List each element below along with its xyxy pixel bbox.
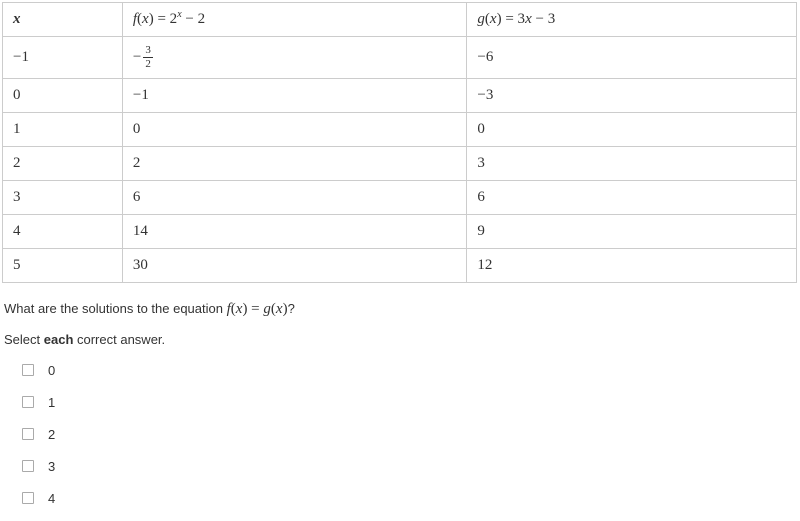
cell-g: 12 bbox=[467, 249, 797, 283]
cell-x: 5 bbox=[3, 249, 123, 283]
cell-g: −6 bbox=[467, 37, 797, 79]
cell-x: 1 bbox=[3, 113, 123, 147]
cell-f: −1 bbox=[122, 79, 467, 113]
cell-g: 6 bbox=[467, 181, 797, 215]
cell-f: 6 bbox=[122, 181, 467, 215]
cell-f: −32 bbox=[122, 37, 467, 79]
cell-g: 3 bbox=[467, 147, 797, 181]
option-label: 1 bbox=[48, 395, 55, 410]
header-fx: f(x) = 2x − 2 bbox=[122, 3, 467, 37]
option-row-3[interactable]: 3 bbox=[22, 457, 800, 475]
cell-g: 9 bbox=[467, 215, 797, 249]
option-row-0[interactable]: 0 bbox=[22, 361, 800, 379]
option-row-4[interactable]: 4 bbox=[22, 489, 800, 507]
option-label: 0 bbox=[48, 363, 55, 378]
checkbox-icon[interactable] bbox=[22, 428, 34, 440]
checkbox-icon[interactable] bbox=[22, 396, 34, 408]
checkbox-icon[interactable] bbox=[22, 460, 34, 472]
cell-x: 4 bbox=[3, 215, 123, 249]
header-gx-expr: g(x) = 3x − 3 bbox=[477, 11, 555, 27]
option-label: 4 bbox=[48, 491, 55, 506]
cell-x: 3 bbox=[3, 181, 123, 215]
table-row: 2 2 3 bbox=[3, 147, 797, 181]
table-row: 4 14 9 bbox=[3, 215, 797, 249]
option-row-2[interactable]: 2 bbox=[22, 425, 800, 443]
table-row: 5 30 12 bbox=[3, 249, 797, 283]
question-text: What are the solutions to the equation f… bbox=[4, 301, 798, 318]
fraction: 32 bbox=[143, 45, 153, 70]
cell-g: −3 bbox=[467, 79, 797, 113]
table-header-row: x f(x) = 2x − 2 g(x) = 3x − 3 bbox=[3, 3, 797, 37]
cell-x: −1 bbox=[3, 37, 123, 79]
header-gx: g(x) = 3x − 3 bbox=[467, 3, 797, 37]
cell-g: 0 bbox=[467, 113, 797, 147]
table-row: 1 0 0 bbox=[3, 113, 797, 147]
option-label: 2 bbox=[48, 427, 55, 442]
checkbox-icon[interactable] bbox=[22, 492, 34, 504]
header-x-label: x bbox=[13, 11, 21, 27]
table-row: −1 −32 −6 bbox=[3, 37, 797, 79]
header-x: x bbox=[3, 3, 123, 37]
option-row-1[interactable]: 1 bbox=[22, 393, 800, 411]
answer-options: 0 1 2 3 4 bbox=[22, 361, 800, 507]
minus-sign: − bbox=[133, 49, 141, 65]
cell-x: 0 bbox=[3, 79, 123, 113]
cell-f: 2 bbox=[122, 147, 467, 181]
function-table: x f(x) = 2x − 2 g(x) = 3x − 3 −1 −32 −6 … bbox=[2, 2, 797, 283]
header-fx-expr: f(x) = 2x − 2 bbox=[133, 11, 205, 27]
table-row: 3 6 6 bbox=[3, 181, 797, 215]
instruction-text: Select each correct answer. bbox=[4, 332, 798, 347]
checkbox-icon[interactable] bbox=[22, 364, 34, 376]
cell-f: 0 bbox=[122, 113, 467, 147]
cell-f: 30 bbox=[122, 249, 467, 283]
cell-f: 14 bbox=[122, 215, 467, 249]
cell-x: 2 bbox=[3, 147, 123, 181]
option-label: 3 bbox=[48, 459, 55, 474]
table-row: 0 −1 −3 bbox=[3, 79, 797, 113]
